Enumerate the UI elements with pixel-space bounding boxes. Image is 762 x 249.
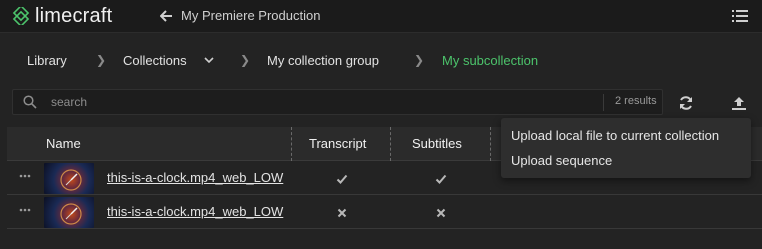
more-options-icon[interactable]	[19, 173, 31, 179]
check-icon	[435, 174, 447, 184]
search-input[interactable]	[51, 93, 551, 111]
column-header-transcript[interactable]: Transcript	[309, 136, 366, 151]
chevron-down-icon[interactable]	[204, 56, 214, 64]
list-menu-icon[interactable]	[732, 9, 748, 23]
breadcrumb-collections[interactable]: Collections	[123, 53, 187, 68]
column-header-subtitles[interactable]: Subtitles	[412, 136, 462, 151]
menu-item-upload-sequence[interactable]: Upload sequence	[511, 153, 612, 168]
upload-menu: Upload local file to current collection …	[501, 118, 751, 178]
column-divider[interactable]	[390, 127, 391, 161]
results-count: 2 results	[615, 95, 657, 107]
breadcrumb-subcollection: My subcollection	[442, 53, 539, 68]
column-divider[interactable]	[490, 127, 491, 161]
column-divider[interactable]	[291, 127, 292, 161]
upload-icon[interactable]	[731, 95, 747, 111]
menu-item-upload-local-file[interactable]: Upload local file to current collection	[511, 128, 719, 143]
logo-text: limecraft	[35, 4, 113, 27]
chevron-right-icon: ❯	[96, 53, 107, 67]
file-name-link[interactable]: this-is-a-clock.mp4_web_LOW	[107, 204, 283, 219]
search-bar: 2 results	[12, 89, 663, 115]
clock-thumbnail[interactable]	[44, 197, 94, 228]
breadcrumb-collection-group[interactable]: My collection group	[267, 53, 379, 68]
check-icon	[336, 174, 348, 184]
logo-icon	[12, 7, 30, 25]
clock-thumbnail[interactable]	[44, 163, 94, 194]
production-title: My Premiere Production	[181, 8, 321, 23]
top-bar: limecraft My Premiere Production	[0, 0, 762, 33]
search-icon	[23, 95, 37, 109]
column-header-name[interactable]: Name	[46, 136, 81, 151]
more-options-icon[interactable]	[19, 207, 31, 213]
table-row[interactable]: this-is-a-clock.mp4_web_LOW	[7, 196, 762, 229]
file-name-link[interactable]: this-is-a-clock.mp4_web_LOW	[107, 170, 283, 185]
chevron-right-icon: ❯	[414, 53, 425, 67]
limecraft-logo[interactable]: limecraft	[12, 5, 112, 27]
chevron-right-icon: ❯	[240, 53, 251, 67]
refresh-icon[interactable]	[678, 95, 694, 111]
back-arrow-icon[interactable]	[158, 7, 174, 25]
divider	[603, 94, 604, 111]
cross-icon	[436, 208, 446, 218]
cross-icon	[337, 208, 347, 218]
breadcrumb-library[interactable]: Library	[27, 53, 67, 68]
